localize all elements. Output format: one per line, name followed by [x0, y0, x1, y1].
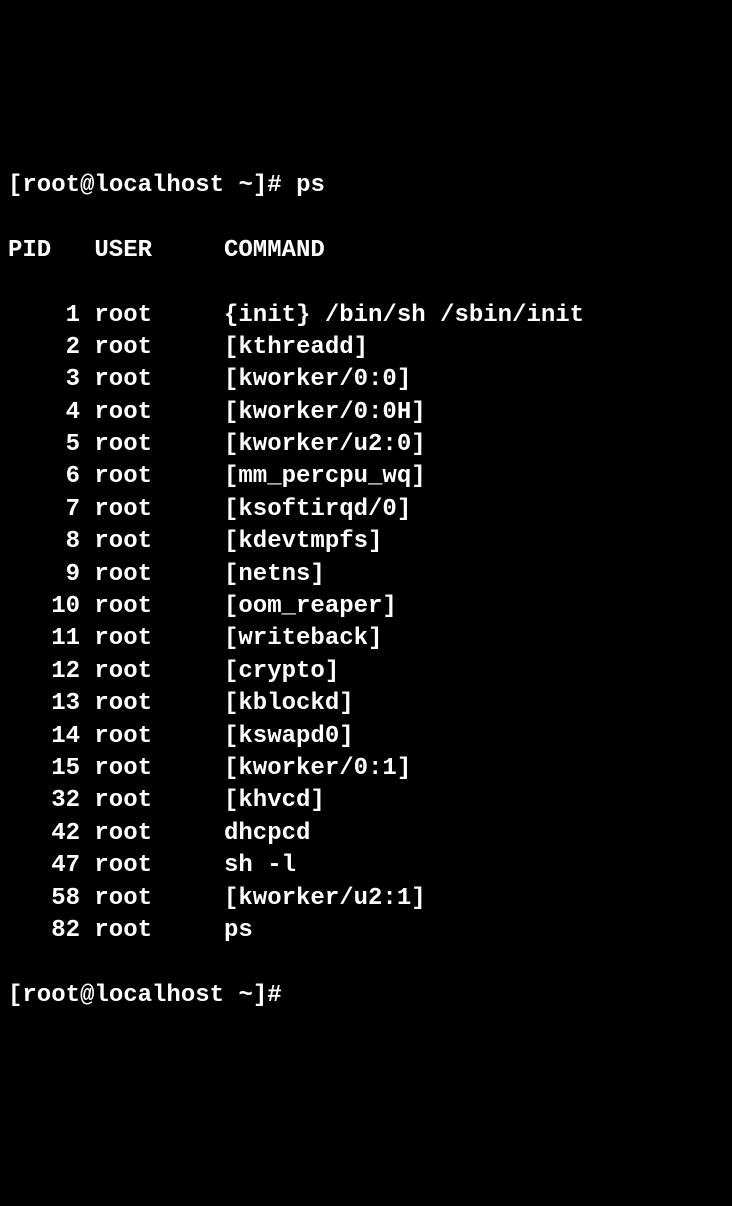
pid-value: 12	[8, 656, 80, 688]
command-value: [netns]	[210, 559, 325, 591]
pid-value: 10	[8, 591, 80, 623]
user-value: root	[80, 850, 210, 882]
command-value: [kdevtmpfs]	[210, 526, 383, 558]
command-value: [ksoftirqd/0]	[210, 494, 412, 526]
command-header: COMMAND	[210, 235, 325, 267]
process-row: 12root[crypto]	[8, 656, 724, 688]
ps-header-row: PIDUSERCOMMAND	[8, 235, 724, 267]
pid-value: 7	[8, 494, 80, 526]
command-value: [kworker/0:0H]	[210, 397, 426, 429]
user-value: root	[80, 429, 210, 461]
process-row: 10root[oom_reaper]	[8, 591, 724, 623]
process-row: 13root[kblockd]	[8, 688, 724, 720]
process-row: 47rootsh -l	[8, 850, 724, 882]
prompt-prefix: [root@localhost ~]#	[8, 982, 282, 1009]
user-value: root	[80, 559, 210, 591]
user-value: root	[80, 915, 210, 947]
pid-header: PID	[8, 235, 80, 267]
command-value: {init} /bin/sh /sbin/init	[210, 300, 584, 332]
command-value: [kthreadd]	[210, 332, 368, 364]
process-row: 42rootdhcpcd	[8, 818, 724, 850]
command-value: [mm_percpu_wq]	[210, 461, 426, 493]
process-row: 5root[kworker/u2:0]	[8, 429, 724, 461]
user-value: root	[80, 526, 210, 558]
pid-value: 4	[8, 397, 80, 429]
user-value: root	[80, 591, 210, 623]
command-value: [writeback]	[210, 623, 383, 655]
process-row: 3root[kworker/0:0]	[8, 364, 724, 396]
process-row: 9root[netns]	[8, 559, 724, 591]
process-row: 6root[mm_percpu_wq]	[8, 461, 724, 493]
command-value: [khvcd]	[210, 785, 325, 817]
user-value: root	[80, 623, 210, 655]
process-row: 2root[kthreadd]	[8, 332, 724, 364]
pid-value: 11	[8, 623, 80, 655]
terminal-output[interactable]: [root@localhost ~]# ps PIDUSERCOMMAND 1r…	[8, 138, 724, 1045]
pid-value: 32	[8, 785, 80, 817]
process-row: 1root{init} /bin/sh /sbin/init	[8, 300, 724, 332]
process-row: 82rootps	[8, 915, 724, 947]
pid-value: 3	[8, 364, 80, 396]
pid-value: 9	[8, 559, 80, 591]
command-value: [oom_reaper]	[210, 591, 397, 623]
command-text: ps	[296, 172, 325, 199]
process-row: 15root[kworker/0:1]	[8, 753, 724, 785]
process-row: 58root[kworker/u2:1]	[8, 883, 724, 915]
user-value: root	[80, 461, 210, 493]
pid-value: 42	[8, 818, 80, 850]
user-value: root	[80, 656, 210, 688]
prompt-prefix: [root@localhost ~]#	[8, 172, 282, 199]
user-value: root	[80, 883, 210, 915]
prompt-line-1: [root@localhost ~]# ps	[8, 170, 724, 202]
user-value: root	[80, 397, 210, 429]
pid-value: 15	[8, 753, 80, 785]
command-value: [kworker/u2:1]	[210, 883, 426, 915]
command-value: sh -l	[210, 850, 296, 882]
process-row: 11root[writeback]	[8, 623, 724, 655]
user-value: root	[80, 785, 210, 817]
process-list: 1root{init} /bin/sh /sbin/init2root[kthr…	[8, 300, 724, 948]
command-value: ps	[210, 915, 253, 947]
pid-value: 13	[8, 688, 80, 720]
pid-value: 6	[8, 461, 80, 493]
pid-value: 47	[8, 850, 80, 882]
user-value: root	[80, 494, 210, 526]
command-value: dhcpcd	[210, 818, 311, 850]
user-value: root	[80, 721, 210, 753]
command-value: [kblockd]	[210, 688, 354, 720]
user-value: root	[80, 300, 210, 332]
pid-value: 14	[8, 721, 80, 753]
process-row: 4root[kworker/0:0H]	[8, 397, 724, 429]
command-value: [kworker/u2:0]	[210, 429, 426, 461]
pid-value: 2	[8, 332, 80, 364]
prompt-line-2: [root@localhost ~]#	[8, 980, 724, 1012]
process-row: 14root[kswapd0]	[8, 721, 724, 753]
command-value: [kswapd0]	[210, 721, 354, 753]
user-header: USER	[80, 235, 210, 267]
process-row: 8root[kdevtmpfs]	[8, 526, 724, 558]
pid-value: 8	[8, 526, 80, 558]
user-value: root	[80, 818, 210, 850]
command-value: [kworker/0:1]	[210, 753, 412, 785]
user-value: root	[80, 364, 210, 396]
pid-value: 58	[8, 883, 80, 915]
pid-value: 1	[8, 300, 80, 332]
user-value: root	[80, 753, 210, 785]
command-value: [crypto]	[210, 656, 340, 688]
pid-value: 82	[8, 915, 80, 947]
process-row: 32root[khvcd]	[8, 785, 724, 817]
command-value: [kworker/0:0]	[210, 364, 412, 396]
user-value: root	[80, 688, 210, 720]
user-value: root	[80, 332, 210, 364]
process-row: 7root[ksoftirqd/0]	[8, 494, 724, 526]
pid-value: 5	[8, 429, 80, 461]
